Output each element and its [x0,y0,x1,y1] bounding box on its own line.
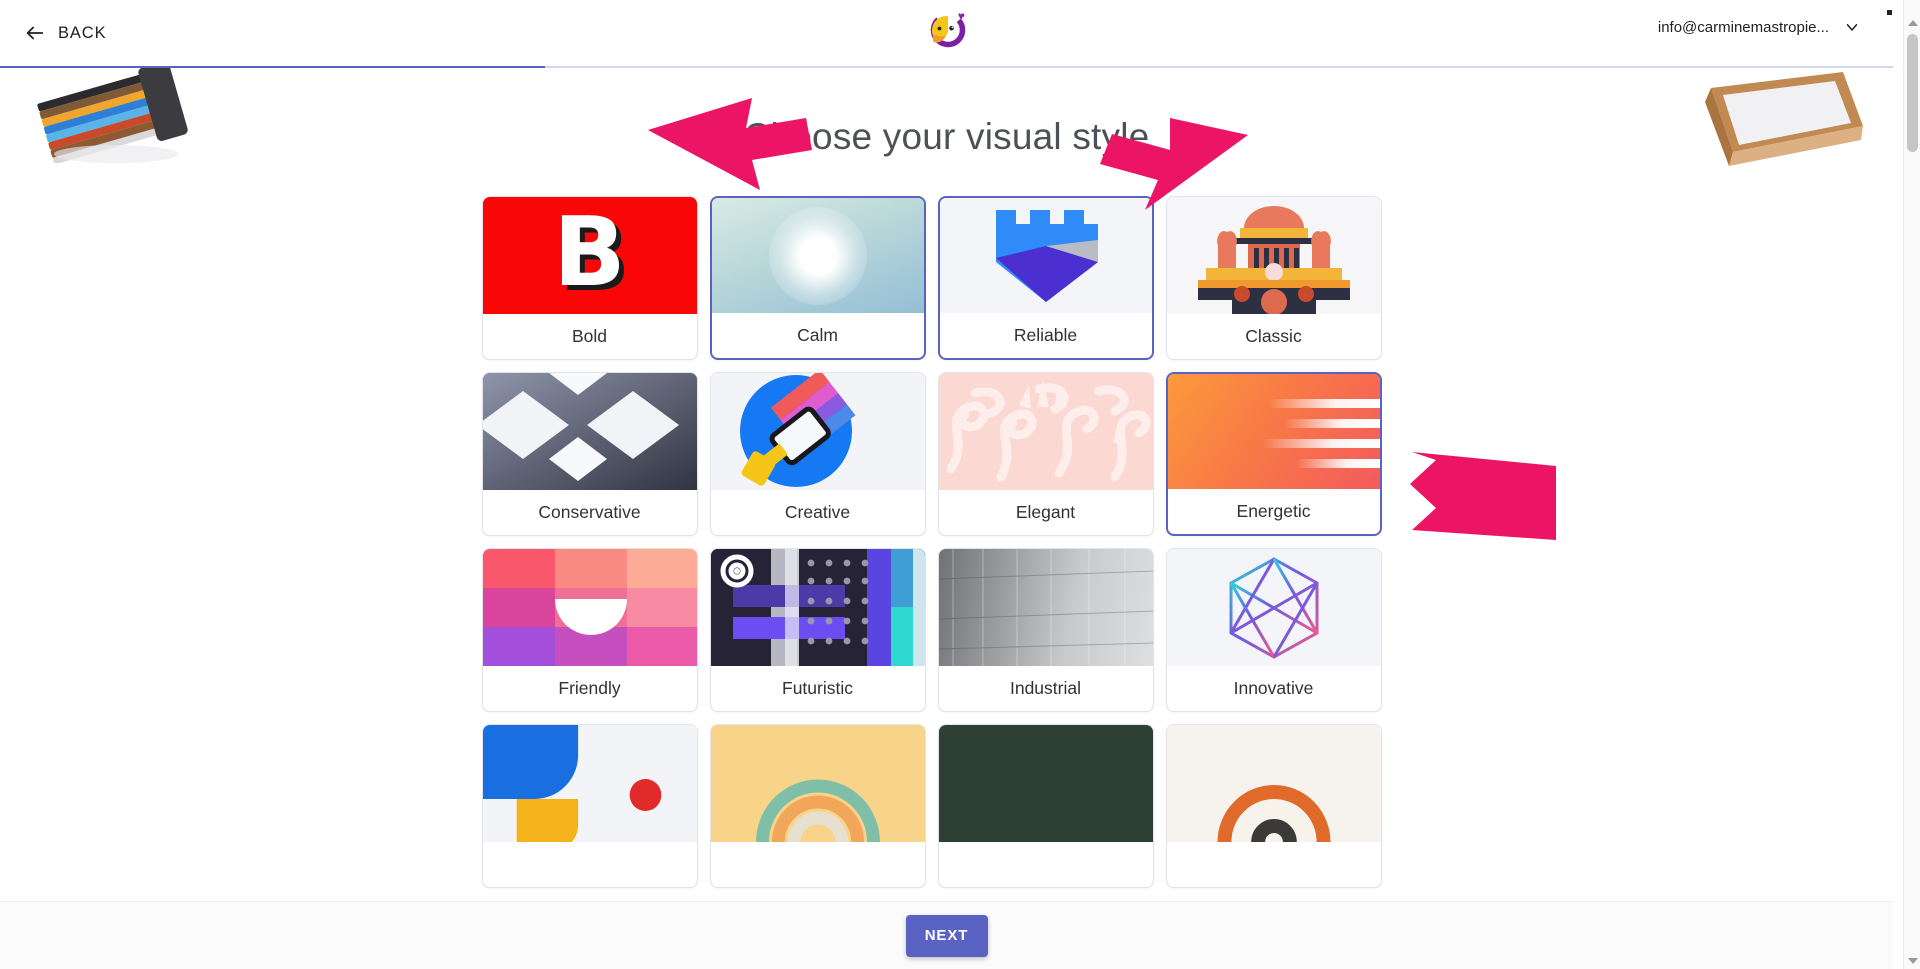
speed-line [1295,459,1380,468]
style-label: Friendly [558,678,621,698]
style-card-bold[interactable]: B Bold [481,196,698,360]
style-label: Classic [1245,326,1302,346]
style-card-reliable[interactable]: Reliable [937,196,1154,360]
page-title: Choose your visual style [743,116,1150,157]
style-thumb-reliable [939,198,1152,313]
style-thumb-futuristic [710,549,925,666]
style-card-energetic[interactable]: Energetic [1165,372,1382,536]
style-thumb-row4-3 [938,725,1153,842]
style-card-conservative[interactable]: Conservative [481,372,698,536]
scroll-down-arrow-icon[interactable] [1904,952,1920,969]
style-thumb-energetic [1167,374,1380,489]
visual-style-grid: B Bold Calm Reliable Classic Conservativ… [481,196,1412,888]
speed-line [1283,419,1380,428]
style-thumb-row4-1 [482,725,697,842]
style-label: Innovative [1233,678,1314,698]
app-root: BACK info@carminemastropie... Choose you… [0,0,1920,969]
bold-letter-glyph: B [553,198,626,309]
style-thumb-innovative [1166,549,1381,666]
top-bar: BACK info@carminemastropie... [0,0,1893,66]
style-card-creative[interactable]: Creative [709,372,926,536]
style-thumb-row4-2 [710,725,925,842]
style-thumb-bold: B [482,197,697,314]
style-label: Bold [571,326,608,346]
style-card-classic[interactable]: Classic [1165,196,1382,360]
page-scrollbar[interactable] [1903,0,1920,969]
style-thumb-calm [711,198,924,313]
style-thumb-friendly [482,549,697,666]
chevron-down-icon[interactable] [1843,18,1861,36]
style-card-row4-4[interactable] [1165,724,1382,888]
classic-building-icon [1197,206,1350,314]
next-button[interactable]: NEXT [905,914,988,957]
parrot-logo-icon[interactable] [924,6,970,52]
style-card-industrial[interactable]: Industrial [937,548,1154,712]
style-label: Industrial [1009,678,1081,698]
style-thumb-creative [710,373,925,490]
style-label [1167,842,1381,887]
style-card-row4-2[interactable] [709,724,926,888]
style-label: Futuristic [782,678,853,698]
style-card-innovative[interactable]: Innovative [1165,548,1382,712]
style-label: Elegant [1015,502,1076,522]
style-label: Calm [797,325,838,345]
style-label: Energetic [1236,501,1311,521]
account-email: info@carminemastropie... [1657,18,1829,36]
style-label [711,842,925,887]
window-marker [1887,10,1892,15]
bottom-bar: NEXT [0,901,1893,969]
style-label [483,842,697,887]
speed-line [1261,439,1380,448]
scrollbar-thumb[interactable] [1907,34,1918,152]
style-label: Reliable [1013,325,1078,345]
style-thumb-row4-4 [1166,725,1381,842]
style-thumb-classic [1166,197,1381,314]
speed-line [1267,399,1380,408]
content-area: Choose your visual style B Bold Calm Rel… [0,68,1893,901]
hex-network-icon [1229,556,1318,659]
style-thumb-conservative [482,373,697,490]
back-label: BACK [58,23,107,42]
damask-pattern [938,373,1153,490]
style-label [939,842,1153,887]
scroll-up-arrow-icon[interactable] [1904,14,1920,31]
style-card-row4-3[interactable] [937,724,1154,888]
style-thumb-elegant [938,373,1153,490]
style-card-row4-1[interactable] [481,724,698,888]
calm-glow-shape [768,206,867,305]
style-card-futuristic[interactable]: Futuristic [709,548,926,712]
castle-shield-icon [995,209,1098,302]
account-menu[interactable]: info@carminemastropie... [1658,18,1861,36]
style-card-elegant[interactable]: Elegant [937,372,1154,536]
paint-roller-icon [739,373,855,487]
style-label: Creative [784,502,851,522]
arrow-left-icon [24,22,46,44]
style-thumb-industrial [938,549,1153,666]
style-card-calm[interactable]: Calm [709,196,926,360]
style-label: Conservative [538,502,641,522]
style-card-friendly[interactable]: Friendly [481,548,698,712]
back-button[interactable]: BACK [24,22,107,44]
